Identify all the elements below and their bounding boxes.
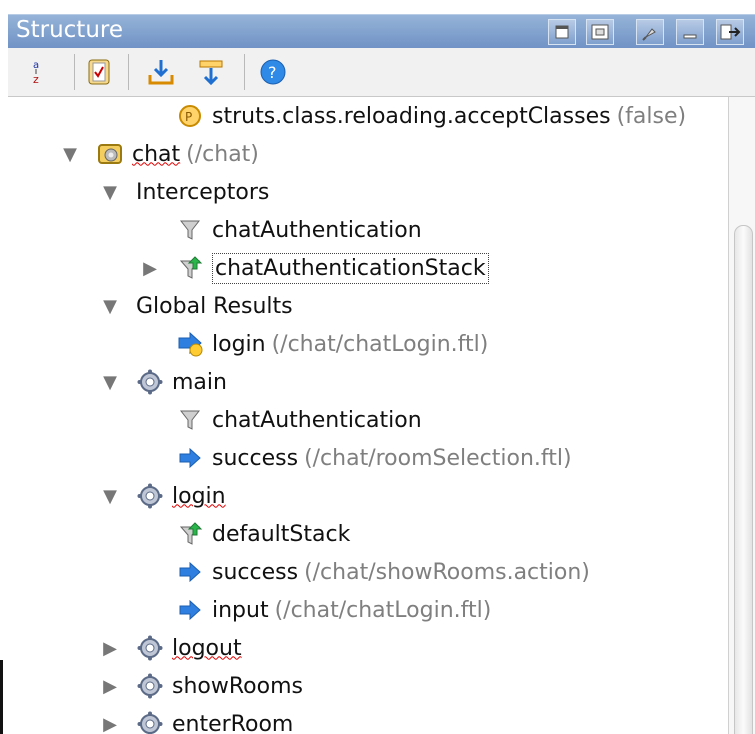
action-icon: [136, 368, 164, 396]
expanded-disclosure-icon[interactable]: ▼: [100, 182, 120, 203]
restore-icon[interactable]: [586, 19, 614, 45]
tree-row-detail: (false): [616, 103, 687, 129]
tree-row-label: showRooms: [172, 673, 303, 699]
help-icon: ?: [260, 59, 286, 85]
tree-row[interactable]: ▶ enterRoom: [100, 705, 293, 734]
action-icon: [136, 482, 164, 510]
tree-row[interactable]: ▼ chat (/chat): [60, 135, 259, 173]
structure-panel: Structure a z? Pstruts.class.reloading.ac…: [0, 0, 755, 734]
tree-row-label: chatAuthentication: [212, 217, 422, 243]
collapsed-disclosure-icon[interactable]: ▶: [100, 676, 120, 697]
tree-row[interactable]: ▼ Interceptors: [100, 173, 269, 211]
action-icon: [136, 672, 164, 700]
tree-row-label: struts.class.reloading.acceptClasses: [212, 103, 611, 129]
tree-row-label: success: [212, 559, 299, 585]
result-icon: [176, 596, 204, 624]
svg-text:z: z: [33, 73, 39, 86]
structure-tree[interactable]: Pstruts.class.reloading.acceptClasses (fa…: [8, 97, 728, 734]
toolbar-separator: [128, 54, 129, 90]
package-icon: [96, 140, 124, 168]
tree-row-label: enterRoom: [172, 711, 294, 734]
tree-row-detail: (/chat/roomSelection.ftl): [304, 445, 572, 471]
tree-row[interactable]: success (/chat/roomSelection.ftl): [140, 439, 572, 477]
property-icon: P: [176, 102, 204, 130]
tree-row-label: login: [212, 331, 266, 357]
maximize-icon[interactable]: [548, 19, 576, 45]
tree-row[interactable]: ▶ showRooms: [100, 667, 303, 705]
tree-row-label: main: [172, 369, 227, 395]
structure-toolbar: a z?: [8, 48, 755, 97]
pin-icon[interactable]: [636, 19, 664, 45]
interceptor-stack-icon: [176, 254, 204, 282]
help-button[interactable]: ?: [258, 57, 288, 87]
minimize-icon[interactable]: [676, 19, 704, 45]
tree-row-label: chatAuthenticationStack: [212, 252, 489, 284]
tree-row-label: logout: [172, 635, 242, 661]
collapse-all-button[interactable]: [196, 57, 226, 87]
tree-row-label: chatAuthentication: [212, 407, 422, 433]
toolbar-separator: [244, 54, 245, 90]
expand-all-icon: [148, 60, 174, 85]
tree-row[interactable]: ▶ chatAuthenticationStack: [140, 249, 489, 287]
svg-text:P: P: [185, 110, 192, 124]
tree-row[interactable]: ▼ main: [100, 363, 227, 401]
action-icon: [136, 710, 164, 734]
interceptor-stack-icon: [176, 520, 204, 548]
expanded-disclosure-icon[interactable]: ▼: [100, 296, 120, 317]
collapsed-disclosure-icon[interactable]: ▶: [100, 714, 120, 734]
close-panel-icon[interactable]: [716, 19, 744, 45]
tree-row[interactable]: Pstruts.class.reloading.acceptClasses (fa…: [140, 97, 686, 135]
vertical-scrollbar[interactable]: [728, 97, 755, 734]
tree-row[interactable]: success (/chat/showRooms.action): [140, 553, 590, 591]
tree-row-label: Global Results: [136, 293, 293, 319]
tree-row-label: input: [212, 597, 269, 623]
tree-row-detail: (/chat/chatLogin.ftl): [271, 331, 489, 357]
tree-row[interactable]: login (/chat/chatLogin.ftl): [140, 325, 488, 363]
validate-button[interactable]: [84, 57, 114, 87]
action-icon: [136, 634, 164, 662]
tree-row-detail: (/chat/chatLogin.ftl): [274, 597, 492, 623]
left-edge-divider: [0, 660, 3, 734]
tree-row-detail: (/chat/showRooms.action): [304, 559, 590, 585]
result-icon: [176, 444, 204, 472]
svg-text:?: ?: [268, 63, 277, 82]
scrollbar-thumb[interactable]: [734, 225, 753, 734]
collapse-all-icon: [199, 60, 223, 86]
expanded-disclosure-icon[interactable]: ▼: [100, 372, 120, 393]
tree-row-label: login: [172, 483, 226, 509]
collapsed-disclosure-icon[interactable]: ▶: [100, 638, 120, 659]
tree-row[interactable]: ▶ logout: [100, 629, 242, 667]
global-result-icon: [176, 330, 204, 358]
tree-row-label: success: [212, 445, 299, 471]
collapsed-disclosure-icon[interactable]: ▶: [140, 258, 160, 279]
expanded-disclosure-icon[interactable]: ▼: [60, 144, 80, 165]
sort-az-button[interactable]: az: [24, 57, 54, 87]
tree-row-label: chat: [132, 141, 181, 167]
validate-icon: [88, 59, 110, 85]
expanded-disclosure-icon[interactable]: ▼: [100, 486, 120, 507]
panel-title: Structure: [16, 17, 123, 43]
panel-titlebar[interactable]: Structure: [8, 14, 755, 49]
tree-row[interactable]: defaultStack: [140, 515, 350, 553]
tree-row-label: defaultStack: [212, 521, 351, 547]
result-icon: [176, 558, 204, 586]
tree-row[interactable]: input (/chat/chatLogin.ftl): [140, 591, 491, 629]
tree-row-label: Interceptors: [136, 179, 270, 205]
interceptor-icon: [176, 216, 204, 244]
tree-row[interactable]: chatAuthentication: [140, 401, 422, 439]
tree-row-detail: (/chat): [186, 141, 259, 167]
sort-az-icon: az: [33, 60, 39, 86]
interceptor-icon: [176, 406, 204, 434]
toolbar-separator: [74, 54, 75, 90]
tree-row[interactable]: chatAuthentication: [140, 211, 422, 249]
tree-row[interactable]: ▼ Global Results: [100, 287, 293, 325]
tree-row[interactable]: ▼ login: [100, 477, 226, 515]
expand-all-button[interactable]: [146, 57, 176, 87]
